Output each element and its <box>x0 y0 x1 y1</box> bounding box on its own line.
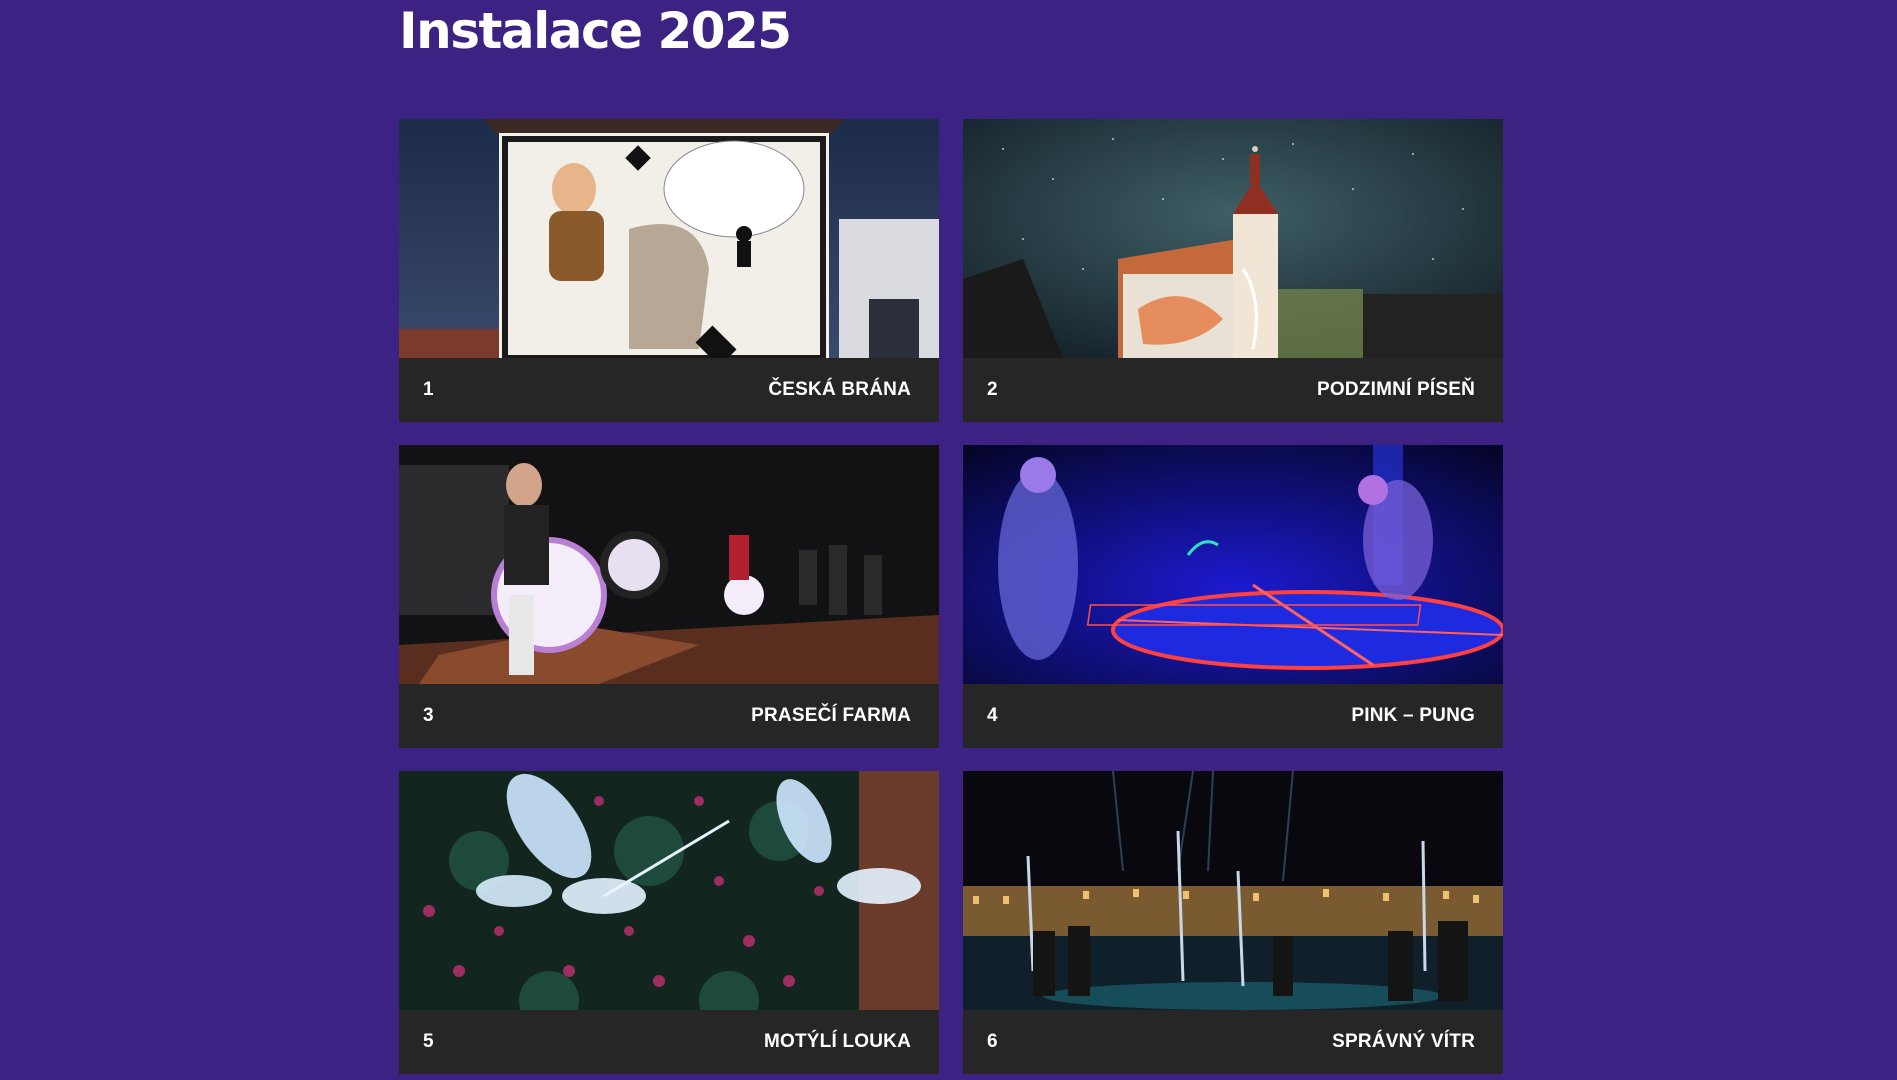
installation-name[interactable]: MOTÝLÍ LOUKA <box>764 1031 911 1053</box>
installation-card-3[interactable]: 3 PRASEČÍ FARMA <box>399 445 939 748</box>
installation-footer-1: 1 ČESKÁ BRÁNA <box>399 358 939 422</box>
installation-name[interactable]: ČESKÁ BRÁNA <box>768 379 911 401</box>
installation-card-4[interactable]: 4 PINK – PUNG <box>963 445 1503 748</box>
installation-image-3[interactable] <box>399 445 939 684</box>
installation-footer-2: 2 PODZIMNÍ PÍSEŇ <box>963 358 1503 422</box>
installation-footer-3: 3 PRASEČÍ FARMA <box>399 684 939 748</box>
installation-image-4[interactable] <box>963 445 1503 684</box>
installation-number: 4 <box>987 705 998 726</box>
installation-number: 1 <box>423 379 434 400</box>
installation-name[interactable]: PRASEČÍ FARMA <box>751 705 911 727</box>
installation-footer-4: 4 PINK – PUNG <box>963 684 1503 748</box>
installation-number: 3 <box>423 705 434 726</box>
installation-image-1[interactable] <box>399 119 939 358</box>
installation-name[interactable]: SPRÁVNÝ VÍTR <box>1332 1031 1475 1053</box>
installation-footer-5: 5 MOTÝLÍ LOUKA <box>399 1010 939 1074</box>
installation-card-5[interactable]: 5 MOTÝLÍ LOUKA <box>399 771 939 1074</box>
installation-number: 6 <box>987 1031 998 1052</box>
installation-card-2[interactable]: 2 PODZIMNÍ PÍSEŇ <box>963 119 1503 422</box>
installation-card-1[interactable]: 1 ČESKÁ BRÁNA <box>399 119 939 422</box>
installation-name[interactable]: PINK – PUNG <box>1351 705 1475 727</box>
installation-name[interactable]: PODZIMNÍ PÍSEŇ <box>1317 379 1475 401</box>
installation-footer-6: 6 SPRÁVNÝ VÍTR <box>963 1010 1503 1074</box>
installation-number: 2 <box>987 379 998 400</box>
page-title: Instalace 2025 <box>399 2 792 60</box>
installation-image-2[interactable] <box>963 119 1503 358</box>
installation-image-5[interactable] <box>399 771 939 1010</box>
installation-image-6[interactable] <box>963 771 1503 1010</box>
installation-card-6[interactable]: 6 SPRÁVNÝ VÍTR <box>963 771 1503 1074</box>
installations-grid: 1 ČESKÁ BRÁNA 2 PODZIMNÍ PÍSEŇ 3 PRASEČÍ… <box>399 119 1503 1074</box>
installation-number: 5 <box>423 1031 434 1052</box>
